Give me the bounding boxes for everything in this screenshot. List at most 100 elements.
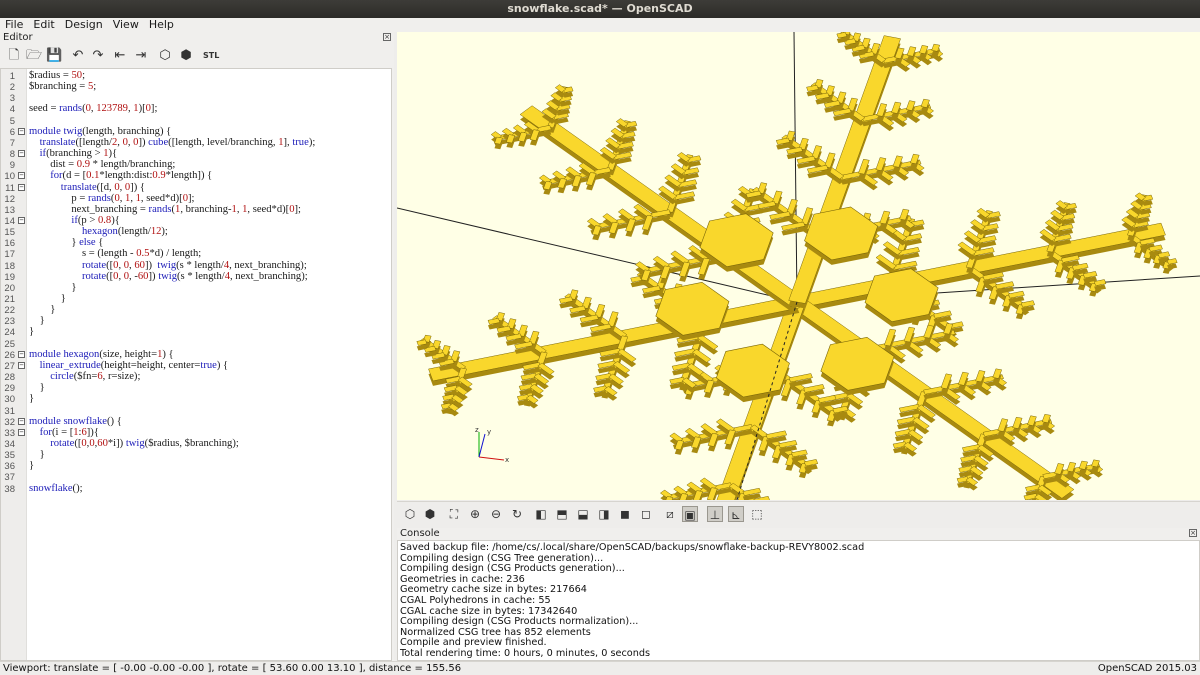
unindent-icon[interactable]: ⇤	[112, 48, 128, 64]
code-line: }	[29, 382, 45, 394]
menu-edit[interactable]: Edit	[28, 18, 59, 31]
viewport-toolbar: ⬡ ⬢ ⛶ ⊕ ⊖ ↻ ◧ ⬒ ⬓ ◨ ◼ ◻ ⧄ ▣ ⊥ ⊾ ⬚	[397, 501, 1200, 527]
fold-toggle-icon[interactable]: −	[18, 417, 25, 425]
line-number: 17	[4, 249, 15, 261]
line-number: 30	[4, 394, 15, 406]
view-all-icon[interactable]: ⛶	[446, 506, 462, 522]
line-number: 7	[9, 137, 15, 149]
menu-file[interactable]: File	[0, 18, 28, 31]
line-number: 21	[4, 294, 15, 305]
orthogonal-icon[interactable]: ▣	[682, 506, 698, 522]
console-panel-header: Console ×	[397, 528, 1200, 540]
indent-icon[interactable]: ⇥	[133, 48, 149, 64]
zoom-out-icon[interactable]: ⊖	[488, 506, 504, 522]
console-line: Saved backup file: /home/cs/.local/share…	[400, 542, 865, 553]
perspective-icon[interactable]: ⧄	[662, 506, 678, 522]
z-axis-positive	[793, 32, 798, 303]
line-number: 26	[4, 349, 15, 361]
console-line: Total rendering time: 0 hours, 0 minutes…	[400, 647, 651, 659]
editor-title: Editor	[3, 32, 33, 43]
line-number: 19	[4, 271, 15, 283]
undo-icon[interactable]: ↶	[70, 48, 86, 64]
code-line: translate([d, 0, 0]) {	[60, 181, 146, 193]
line-number: 15	[4, 227, 15, 239]
code-line: }	[29, 460, 35, 472]
menu-view[interactable]: View	[108, 18, 144, 31]
code-line: snowflake();	[29, 482, 83, 494]
code-line: linear_extrude(height=height, center=tru…	[39, 359, 229, 371]
render-icon[interactable]: ⬢	[178, 48, 194, 64]
code-line: rotate([0, 0, -60]) twig(s * length/4, n…	[81, 270, 308, 282]
line-number: 10	[4, 171, 15, 183]
line-number: 25	[4, 338, 15, 350]
fold-toggle-icon[interactable]: −	[18, 361, 25, 369]
view-left-icon[interactable]: ◨	[596, 506, 612, 522]
line-number: 28	[4, 372, 15, 384]
fold-toggle-icon[interactable]: −	[18, 350, 25, 358]
fold-toggle-icon[interactable]: −	[18, 172, 25, 180]
snowflake-render: z x y	[397, 32, 1200, 500]
code-line: }	[29, 393, 35, 405]
fold-toggle-icon[interactable]: −	[18, 150, 25, 158]
view-bottom-icon[interactable]: ⬓	[575, 506, 591, 522]
line-number: 3	[9, 93, 15, 105]
line-number: 16	[4, 238, 15, 250]
gizmo-z-label: z	[475, 426, 479, 434]
code-line: }	[29, 281, 77, 293]
view-back-icon[interactable]: ◻	[638, 506, 654, 522]
preview-icon[interactable]: ⬡	[402, 506, 418, 522]
menu-design[interactable]: Design	[60, 18, 108, 31]
fold-toggle-icon[interactable]: −	[18, 183, 25, 191]
window-title-bar: snowflake.scad* — OpenSCAD	[0, 0, 1200, 18]
line-number: 32	[4, 416, 15, 428]
code-line: if(branching > 1){	[39, 148, 118, 160]
menu-help[interactable]: Help	[144, 18, 179, 31]
line-number: 12	[4, 193, 15, 205]
view-top-icon[interactable]: ⬒	[554, 506, 570, 522]
show-scale-icon[interactable]: ⊾	[728, 506, 744, 522]
line-number: 1	[9, 71, 15, 82]
line-number: 24	[4, 327, 15, 339]
line-number: 22	[4, 305, 15, 317]
editor-close-icon[interactable]: ×	[383, 33, 391, 41]
view-front-icon[interactable]: ◼	[617, 506, 633, 522]
code-line: }	[29, 326, 35, 338]
code-line: rotate([0, 0, 60]) twig(s * length/4, ne…	[81, 259, 307, 271]
redo-icon[interactable]: ↷	[90, 48, 106, 64]
line-number: 18	[4, 260, 15, 272]
code-line: next_branching = rands(1, branching-1, 1…	[29, 203, 301, 215]
code-line: module twig(length, branching) {	[29, 125, 172, 137]
line-number: 36	[4, 461, 15, 473]
reset-view-icon[interactable]: ↻	[509, 506, 525, 522]
fold-toggle-icon[interactable]: −	[18, 127, 25, 135]
line-number: 35	[4, 450, 15, 462]
line-number: 37	[4, 472, 15, 484]
fold-toggle-icon[interactable]: −	[18, 428, 25, 436]
code-line: rotate([0,0,60*i]) twig($radius, $branch…	[50, 437, 239, 449]
render-icon[interactable]: ⬢	[422, 506, 438, 522]
code-line: $radius = 50;	[29, 70, 86, 81]
show-edges-icon[interactable]: ⬚	[749, 506, 765, 522]
menu-bar: File Edit Design View Help	[0, 18, 1200, 32]
axis-gizmo: z x y	[475, 426, 509, 464]
show-axes-icon[interactable]: ⊥	[707, 506, 723, 522]
open-file-icon[interactable]: 🗁	[26, 48, 42, 64]
code-line: for(d = [0.1*length:dist:0.9*length]) {	[50, 170, 213, 182]
line-number: 5	[9, 115, 15, 127]
code-line: for(i = [1:6]){	[39, 426, 99, 438]
zoom-in-icon[interactable]: ⊕	[467, 506, 483, 522]
code-line: seed = rands(0, 123789, 1)[0];	[29, 103, 158, 115]
view-right-icon[interactable]: ◧	[533, 506, 549, 522]
3d-viewport[interactable]: z x y	[397, 32, 1200, 500]
fold-toggle-icon[interactable]: −	[18, 216, 25, 224]
line-number: 38	[4, 483, 15, 495]
new-file-icon[interactable]: 🗋	[6, 48, 22, 64]
code-line: circle($fn=6, r=size);	[50, 371, 141, 383]
code-editor[interactable]: 1 2 3 4 5 6−7 8−9 10−11−12 13 14−15 16 17 18 19 20 21 22…	[0, 68, 392, 661]
preview-icon[interactable]: ⬡	[157, 48, 173, 64]
save-icon[interactable]: 💾	[46, 48, 62, 64]
console-output[interactable]: Saved backup file: /home/cs/.local/share…	[397, 540, 1200, 661]
export-stl-icon[interactable]: STL	[203, 48, 219, 64]
line-number: 29	[4, 383, 15, 395]
console-close-icon[interactable]: ×	[1189, 529, 1197, 537]
